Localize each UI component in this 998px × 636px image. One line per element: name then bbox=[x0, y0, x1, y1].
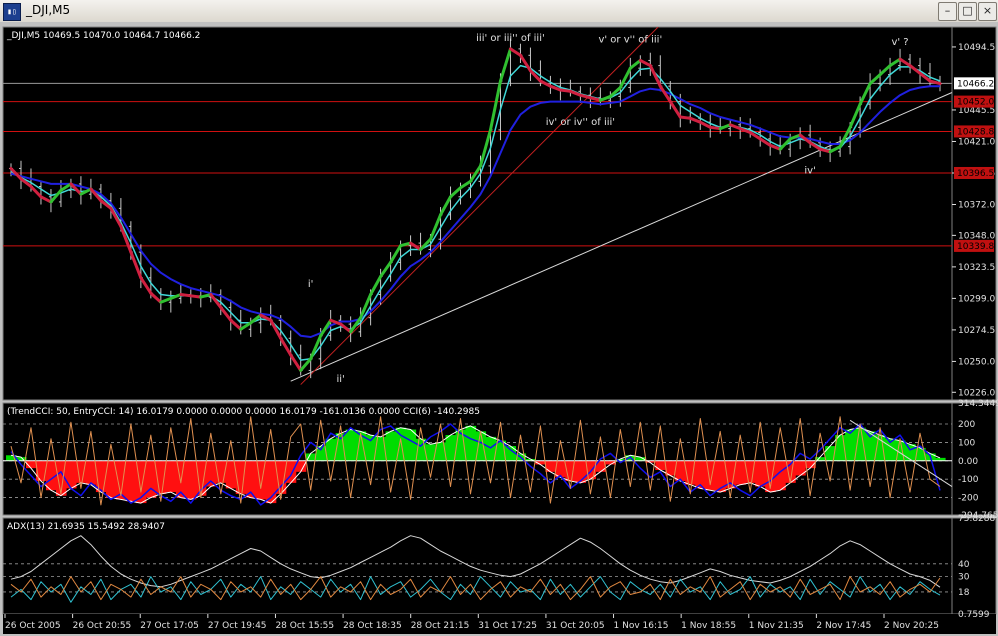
adx-axis-label: 40 bbox=[958, 560, 970, 570]
cci-axis-label: 200 bbox=[958, 420, 975, 430]
cci-histogram-bar bbox=[165, 460, 177, 493]
price-axis-label: 10348.0 bbox=[958, 231, 995, 241]
cci-histogram-bar bbox=[735, 460, 746, 485]
adx-axis-label: 18 bbox=[958, 588, 970, 598]
adx-axis-label: 30 bbox=[958, 573, 970, 583]
chart-canvas[interactable]: 10494.510445.510421.010396.510372.010348… bbox=[0, 22, 998, 636]
wave-label: iii' or iii'' of iii' bbox=[476, 33, 545, 44]
price-axis-label: 10421.0 bbox=[958, 137, 995, 147]
cci-histogram-bar bbox=[755, 460, 766, 487]
cci-histogram-bar bbox=[185, 460, 197, 500]
cci-panel-title: (TrendCCI: 50, EntryCCI: 14) 16.0179 0.0… bbox=[7, 407, 480, 417]
wave-label: iv' bbox=[804, 166, 815, 177]
price-axis-label: 10372.0 bbox=[958, 200, 995, 210]
cci-axis-label: 314.3449 bbox=[958, 399, 998, 409]
cci-histogram-bar bbox=[905, 444, 916, 461]
cci-axis-label: -100 bbox=[958, 475, 979, 485]
close-button[interactable]: × bbox=[978, 2, 997, 21]
time-axis-label: 1 Nov 21:35 bbox=[749, 621, 804, 631]
minimize-button[interactable]: – bbox=[938, 2, 957, 21]
cci-histogram-bar bbox=[545, 460, 557, 472]
cci-axis-label: 100 bbox=[958, 438, 975, 448]
cci-histogram-bar bbox=[385, 431, 397, 461]
cci-histogram-bar bbox=[795, 460, 806, 476]
price-axis-label: 10226.0 bbox=[958, 388, 995, 398]
cci-histogram-bar bbox=[205, 460, 217, 487]
cci-histogram-bar bbox=[475, 431, 487, 461]
price-level-label: 10396.5 bbox=[957, 169, 994, 179]
chart-window: ▮▯ _DJI,M5 – □ × 10494.5 10445.5 10421.0 10… bbox=[0, 0, 998, 636]
adx-panel-title: ADX(13) 21.6935 15.5492 28.9407 bbox=[7, 522, 165, 532]
price-level-label: 10452.0 bbox=[957, 98, 994, 108]
cci-histogram-bar bbox=[575, 460, 586, 483]
cci-histogram-bar bbox=[845, 429, 856, 461]
cci-axis-label: -200 bbox=[958, 494, 979, 504]
window-titlebar[interactable]: ▮▯ _DJI,M5 – □ × bbox=[0, 0, 998, 23]
trend-segment bbox=[189, 294, 203, 299]
maximize-button[interactable]: □ bbox=[958, 2, 977, 21]
adx-axis-label: 0.7599 bbox=[958, 610, 990, 620]
price-panel-title: _DJI,M5 10469.5 10470.0 10464.7 10466.2 bbox=[6, 31, 200, 41]
wave-label: i' bbox=[308, 279, 314, 290]
time-axis-label: 2 Nov 20:25 bbox=[884, 621, 939, 631]
cci-histogram-bar bbox=[125, 460, 137, 502]
cci-histogram-bar bbox=[675, 460, 686, 482]
cci-histogram-bar bbox=[465, 425, 477, 461]
wave-label: iv' or iv'' of iii' bbox=[546, 117, 615, 128]
price-axis-label: 10323.5 bbox=[958, 263, 995, 273]
time-axis-label: 28 Oct 15:55 bbox=[275, 621, 334, 631]
time-axis-label: 28 Oct 18:35 bbox=[343, 621, 402, 631]
cci-histogram-bar bbox=[405, 429, 417, 461]
time-axis-label: 31 Oct 20:05 bbox=[546, 621, 605, 631]
time-axis-label: 26 Oct 2005 bbox=[5, 621, 61, 631]
price-axis-label: 10299.0 bbox=[958, 294, 995, 304]
trend-segment bbox=[708, 125, 722, 131]
cci-histogram-bar bbox=[345, 429, 357, 461]
current-price-label: 10466.2 bbox=[957, 79, 994, 89]
adx-panel bbox=[2, 517, 953, 615]
trend-segment bbox=[179, 293, 193, 298]
price-axis-label: 10494.5 bbox=[958, 43, 995, 53]
price-axis-label: 10274.5 bbox=[958, 326, 995, 336]
time-axis-label: 1 Nov 18:55 bbox=[681, 621, 736, 631]
adx-axis-label: 75.8288 bbox=[958, 514, 995, 524]
time-axis-label: 27 Oct 17:05 bbox=[140, 621, 199, 631]
trend-segment bbox=[678, 115, 692, 120]
chart-window-icon: ▮▯ bbox=[3, 3, 21, 21]
time-axis-label: 26 Oct 20:55 bbox=[73, 621, 132, 631]
time-axis-label: 28 Oct 21:15 bbox=[411, 621, 470, 631]
price-level-label: 10428.8 bbox=[957, 127, 994, 137]
cci-axis-label: 0.00 bbox=[958, 457, 978, 467]
wave-label: v' ? bbox=[891, 37, 908, 48]
cci-histogram-bar bbox=[655, 460, 666, 470]
time-axis-label: 31 Oct 17:25 bbox=[478, 621, 537, 631]
trend-segment bbox=[558, 88, 572, 93]
price-axis-label: 10250.0 bbox=[958, 357, 995, 367]
wave-label: ii' bbox=[336, 374, 344, 385]
time-axis-label: 27 Oct 19:45 bbox=[208, 621, 267, 631]
wave-label: v' or v'' of iii' bbox=[598, 34, 662, 45]
price-level-label: 10339.8 bbox=[957, 242, 994, 252]
window-title: _DJI,M5 bbox=[26, 3, 71, 17]
time-axis-label: 2 Nov 17:45 bbox=[816, 621, 871, 631]
time-axis-label: 1 Nov 16:15 bbox=[614, 621, 669, 631]
